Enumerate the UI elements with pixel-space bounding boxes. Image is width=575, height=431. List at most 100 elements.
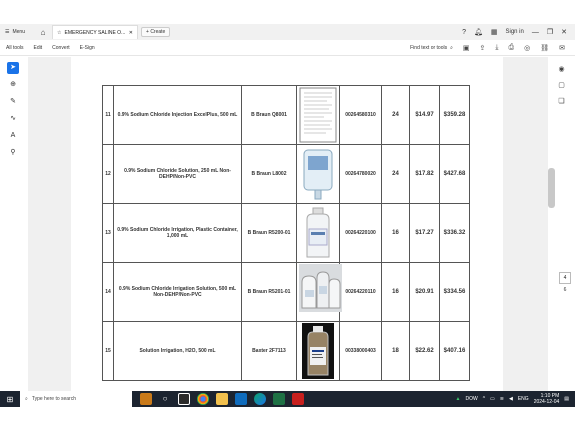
comment-icon[interactable]: ▢ — [548, 81, 575, 89]
table-row: 14 0.9% Sodium Chloride Irrigation Soluti… — [102, 262, 470, 322]
table-row: 13 0.9% Sodium Chloride Irrigation, Plast… — [102, 203, 470, 263]
product-image — [296, 321, 340, 381]
close-tab-icon[interactable]: ✕ — [129, 30, 133, 36]
vendor-sku: Baxter 2F7113 — [241, 321, 297, 381]
vertical-scrollbar[interactable] — [548, 168, 555, 208]
main-toolbar: All tools Edit Convert E-Sign Find text … — [0, 40, 575, 56]
dow-ticker[interactable]: DOW — [465, 396, 477, 402]
share-icon[interactable]: ✉ — [559, 44, 565, 52]
task-view-icon[interactable]: ○ — [159, 393, 171, 405]
vendor-sku: B Braun R5201-01 — [241, 262, 297, 322]
tab-title: EMERGENCY SALINE O... — [64, 29, 126, 36]
search-icon: ⌕ — [450, 44, 453, 51]
convert-menu[interactable]: Convert — [52, 45, 70, 51]
menu-button[interactable]: ☰ Menu — [0, 29, 34, 35]
apps-grid-icon[interactable]: ▦ — [491, 28, 498, 36]
row-number: 12 — [102, 144, 114, 204]
all-tools-menu[interactable]: All tools — [6, 45, 24, 51]
chrome-icon[interactable] — [197, 393, 209, 405]
clock[interactable]: 1:10 PM 2024-12-04 — [534, 393, 560, 405]
excel-icon[interactable] — [273, 393, 285, 405]
vendor-sku: B Braun L8002 — [241, 144, 297, 204]
ai-assistant-icon[interactable]: ◉ — [548, 65, 575, 73]
plastic-bottle-image — [299, 205, 337, 261]
volume-icon[interactable]: ◀ — [509, 396, 513, 402]
briefcase-app-icon[interactable] — [140, 393, 152, 405]
quantity: 24 — [381, 144, 410, 204]
search-icon: ⌕ — [25, 396, 28, 402]
table-row: 15 Solution Irrigation, H2O, 500 mL Baxter… — [102, 321, 470, 381]
chevron-up-icon[interactable]: ^ — [483, 396, 485, 402]
taskbar-search-label: Type here to search — [31, 396, 77, 402]
unit-price: $14.97 — [409, 85, 440, 145]
extended-total: $359.28 — [439, 85, 470, 145]
hamburger-icon: ☰ — [5, 29, 10, 35]
save-icon[interactable]: ▣ — [463, 44, 470, 52]
upload-icon[interactable]: ⇪ — [480, 44, 486, 52]
file-explorer-icon[interactable] — [216, 393, 228, 405]
unit-price: $20.91 — [409, 262, 440, 322]
create-label: Create — [150, 29, 166, 35]
browser-tab-bar: ☰ Menu ⌂ ☆ EMERGENCY SALINE O... ✕ + Cre… — [0, 24, 575, 40]
text-box-icon[interactable]: A — [7, 130, 19, 142]
menu-label: Menu — [12, 29, 25, 35]
maximize-icon[interactable]: ❐ — [547, 28, 553, 36]
minimize-icon[interactable]: — — [532, 29, 539, 36]
edit-menu[interactable]: Edit — [34, 45, 43, 51]
window-controls: ? 🔔︎ ▦ Sign in — ❐ ✕ — [462, 28, 575, 37]
notifications-icon[interactable]: ▤ — [564, 396, 569, 402]
link-icon[interactable]: ⛓ — [540, 44, 549, 52]
unit-price: $22.62 — [409, 321, 440, 381]
find-search[interactable]: Find text or tools ⌕ — [410, 45, 453, 51]
item-description: 0.9% Sodium Chloride Solution, 250 mL No… — [113, 144, 242, 204]
help-icon[interactable]: ? — [462, 29, 466, 36]
edge-icon[interactable] — [254, 393, 266, 405]
ndc-code: 00264220110 — [339, 262, 382, 322]
total-pages: 6 — [563, 287, 567, 293]
zoom-icon[interactable]: ⊕ — [7, 79, 19, 91]
download-icon[interactable]: ⤓ — [495, 44, 498, 52]
print-icon[interactable]: ⎙ — [509, 44, 515, 52]
taskbar-search[interactable]: ⌕ Type here to search — [20, 391, 132, 407]
document-thumbnail-image — [299, 87, 337, 143]
select-cursor-icon[interactable]: ➤ — [7, 62, 19, 74]
draw-icon[interactable]: ∿ — [7, 113, 19, 125]
language-indicator[interactable]: ENG — [518, 396, 529, 402]
sign-in-button[interactable]: Sign in — [505, 29, 523, 35]
extended-total: $336.32 — [439, 203, 470, 263]
notification-icon[interactable]: 🔔︎ — [474, 28, 483, 36]
pdf-page: 11 0.9% Sodium Chloride Injection ExcelPl… — [71, 57, 503, 391]
document-tab[interactable]: ☆ EMERGENCY SALINE O... ✕ — [52, 25, 138, 39]
bottom-margin — [0, 407, 575, 431]
vendor-sku: B Braun R5200-01 — [241, 203, 297, 263]
windows-start-icon[interactable]: ⊞ — [0, 395, 20, 404]
close-window-icon[interactable]: ✕ — [561, 28, 567, 36]
app-window: ☰ Menu ⌂ ☆ EMERGENCY SALINE O... ✕ + Cre… — [0, 0, 575, 431]
pages-icon[interactable]: ❏ — [548, 97, 575, 105]
quantity: 16 — [381, 203, 410, 263]
ndc-code: 00264220100 — [339, 203, 382, 263]
create-button[interactable]: + Create — [141, 27, 171, 37]
table-row: 11 0.9% Sodium Chloride Injection ExcelPl… — [102, 85, 470, 145]
star-icon[interactable]: ☆ — [57, 30, 61, 36]
search-ai-icon[interactable]: ◎ — [524, 44, 530, 52]
clock-date: 2024-12-04 — [533, 399, 560, 405]
item-description: 0.9% Sodium Chloride Irrigation, Plastic… — [113, 203, 242, 263]
acrobat-icon[interactable] — [292, 393, 304, 405]
item-description: 0.9% Sodium Chloride Injection ExcelPlus… — [113, 85, 242, 145]
wifi-icon[interactable]: ≋ — [500, 396, 504, 402]
product-image — [296, 85, 340, 145]
product-image — [296, 203, 340, 263]
current-page-input[interactable]: 4 — [559, 272, 571, 284]
battery-icon[interactable]: ▭ — [490, 396, 495, 402]
home-icon[interactable]: ⌂ — [34, 28, 52, 37]
window-app-icon[interactable] — [178, 393, 190, 405]
pen-icon[interactable]: ✎ — [7, 96, 19, 108]
outlook-icon[interactable] — [235, 393, 247, 405]
extended-total: $334.56 — [439, 262, 470, 322]
esign-menu[interactable]: E-Sign — [80, 45, 95, 51]
stamp-icon[interactable]: ⚲ — [7, 147, 19, 159]
iv-bag-image — [299, 146, 337, 202]
document-viewer[interactable]: 11 0.9% Sodium Chloride Injection ExcelPl… — [28, 57, 548, 391]
vendor-sku: B Braun Q8001 — [241, 85, 297, 145]
